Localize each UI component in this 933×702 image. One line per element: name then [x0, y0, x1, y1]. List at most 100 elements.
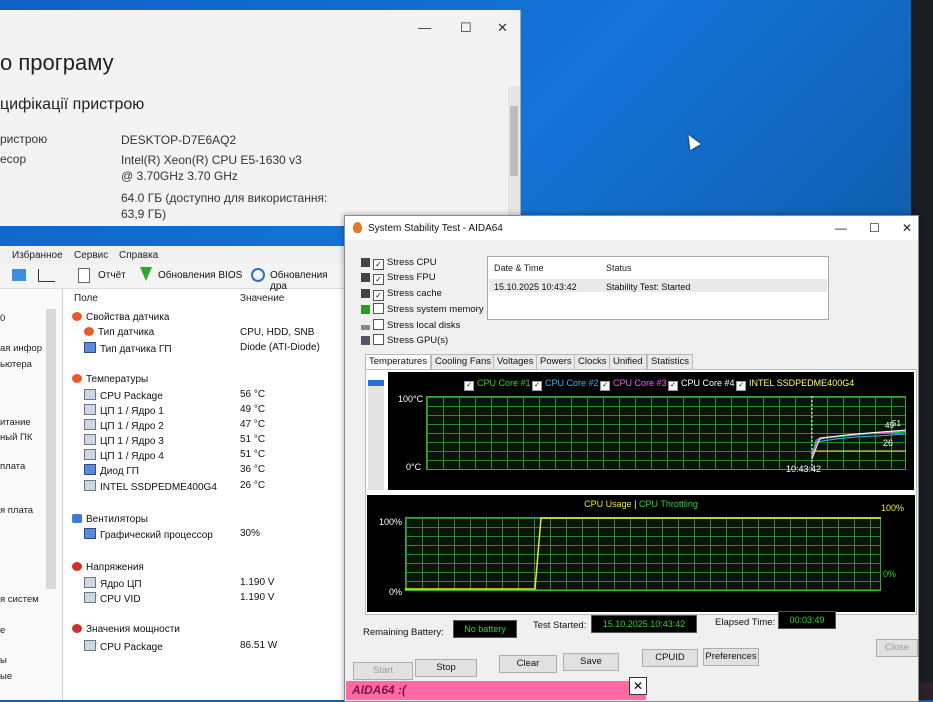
tab-voltages[interactable]: Voltages	[493, 354, 538, 369]
table-row[interactable]: Ядро ЦП 1.190 V	[66, 577, 345, 592]
column-header-value[interactable]: Значение	[240, 293, 284, 304]
banner-close-icon[interactable]: ✕	[629, 677, 647, 695]
tree-item[interactable]: ые	[0, 671, 12, 682]
column-header-field[interactable]: Поле	[74, 293, 98, 304]
tree-item[interactable]: итание	[0, 417, 31, 428]
left-axis-min: 0%	[389, 587, 403, 597]
row-value: 49 °C	[240, 404, 266, 415]
stress-fpu-checkbox[interactable]: ✓	[373, 274, 384, 285]
row-name: Температуры	[86, 374, 149, 385]
tab-clocks[interactable]: Clocks	[574, 354, 611, 369]
stress-memory-checkbox[interactable]	[373, 303, 384, 314]
cpu-icon	[84, 419, 96, 430]
table-row[interactable]: ЦП 1 / Ядро 1 49 °C	[66, 404, 345, 419]
menu-help[interactable]: Справка	[119, 250, 158, 261]
table-row[interactable]: ЦП 1 / Ядро 4 51 °C	[66, 449, 345, 464]
column-header-date[interactable]: Date & Time	[494, 263, 544, 273]
tab-unified[interactable]: Unified	[609, 354, 647, 369]
table-row[interactable]: Значения мощности	[66, 624, 345, 639]
legend-label: CPU Core #2	[545, 378, 599, 388]
log-row[interactable]: 15.10.2025 10:43:42 Stability Test: Star…	[489, 279, 827, 292]
minimize-button[interactable]: —	[835, 221, 847, 235]
table-row[interactable]: CPU VID 1.190 V	[66, 592, 345, 607]
table-row[interactable]: ЦП 1 / Ядро 2 47 °C	[66, 419, 345, 434]
cpuid-button[interactable]: CPUID	[642, 649, 698, 667]
close-button[interactable]: ✕	[902, 221, 912, 235]
minimize-button[interactable]: —	[418, 20, 431, 35]
window-title: System Stability Test - AIDA64	[368, 223, 503, 234]
menu-service[interactable]: Сервис	[74, 250, 108, 261]
stress-memory-option[interactable]: Stress system memory	[361, 303, 484, 315]
chart-icon[interactable]	[38, 269, 55, 282]
sensor-selector[interactable]	[368, 380, 384, 490]
tab-cooling-fans[interactable]: Cooling Fans	[431, 354, 495, 369]
tree-item[interactable]: 0	[0, 313, 5, 324]
maximize-button[interactable]: ☐	[460, 20, 472, 36]
about-scrollbar[interactable]	[508, 86, 520, 226]
gpu-sensor-icon	[84, 342, 96, 353]
tree-item[interactable]: ы	[0, 655, 7, 666]
tree-item[interactable]: ая инфор	[0, 343, 42, 354]
table-row[interactable]: CPU Package 56 °C	[66, 389, 345, 404]
tree-item[interactable]: плата	[0, 461, 25, 472]
stress-fpu-option[interactable]: ✓ Stress FPU	[361, 272, 436, 285]
table-row[interactable]: Тип датчика ГП Diode (ATI-Diode)	[66, 342, 345, 357]
tab-temperatures[interactable]: Temperatures	[365, 354, 432, 369]
stress-cache-checkbox[interactable]: ✓	[373, 290, 384, 301]
value-label-low: 26	[883, 438, 894, 448]
computer-icon[interactable]	[12, 269, 26, 281]
table-row[interactable]: Свойства датчика	[66, 312, 345, 327]
report-button[interactable]: Отчёт	[98, 270, 126, 281]
table-row[interactable]: Диод ГП 36 °C	[66, 464, 345, 479]
elapsed-label: Elapsed Time:	[715, 617, 776, 628]
tree-item[interactable]: ный ПК	[0, 432, 32, 443]
tree-item[interactable]: я систем	[0, 594, 39, 605]
tree-scrollbar[interactable]	[46, 309, 56, 589]
save-button[interactable]: Save	[563, 653, 619, 671]
column-header-status[interactable]: Status	[606, 263, 632, 273]
close-button[interactable]: ✕	[497, 20, 508, 36]
time-label: 10:43:42	[786, 464, 822, 474]
tab-powers[interactable]: Powers	[536, 354, 576, 369]
aida64-flame-icon	[353, 222, 362, 233]
table-row[interactable]: Температуры	[66, 374, 345, 389]
legend-cpu-core-4[interactable]: ✓ CPU Core #4	[668, 378, 735, 391]
table-row[interactable]: Напряжения	[66, 562, 345, 577]
option-label: Stress CPU	[387, 257, 437, 268]
table-row[interactable]: Графический процессор 30%	[66, 528, 345, 543]
stress-disks-checkbox[interactable]	[373, 319, 384, 330]
y-axis-max: 100°C	[398, 394, 424, 404]
bios-update-button[interactable]: Обновления BIOS	[158, 270, 242, 281]
close-button-bottom[interactable]: Close	[876, 639, 918, 657]
table-row[interactable]: ЦП 1 / Ядро 3 51 °C	[66, 434, 345, 449]
legend-intel-ssd[interactable]: ✓ INTEL SSDPEDME400G4	[736, 378, 854, 391]
stress-disks-option[interactable]: Stress local disks	[361, 319, 460, 331]
clear-button[interactable]: Clear	[499, 655, 557, 673]
legend-cpu-core-2[interactable]: ✓ CPU Core #2	[532, 378, 599, 391]
stress-gpu-checkbox[interactable]	[373, 334, 384, 345]
scroll-thumb[interactable]	[510, 106, 518, 176]
toolbar: Отчёт Обновления BIOS Обновления дра	[0, 264, 345, 292]
stress-cpu-option[interactable]: ✓ Stress CPU	[361, 257, 437, 270]
tree-item[interactable]: ьютера	[0, 359, 32, 370]
table-row[interactable]: Вентиляторы	[66, 514, 345, 529]
menu-favorites[interactable]: Избранное	[12, 250, 63, 261]
stress-cpu-checkbox[interactable]: ✓	[373, 259, 384, 270]
tree-item[interactable]: е	[0, 625, 5, 636]
tree-item[interactable]: я плата	[0, 505, 33, 516]
stress-gpu-option[interactable]: Stress GPU(s)	[361, 334, 448, 346]
legend-cpu-core-1[interactable]: ✓ CPU Core #1	[464, 378, 531, 391]
table-row[interactable]: Тип датчика CPU, HDD, SNB	[66, 327, 345, 342]
table-row[interactable]: INTEL SSDPEDME400G4 26 °C	[66, 480, 345, 495]
start-button[interactable]: Start	[353, 662, 413, 680]
table-row[interactable]: CPU Package 86.51 W	[66, 640, 345, 655]
stress-cache-option[interactable]: ✓ Stress cache	[361, 288, 442, 301]
preferences-button[interactable]: Preferences	[703, 648, 759, 666]
row-name: Тип датчика	[98, 327, 155, 338]
maximize-button[interactable]: ☐	[869, 221, 880, 235]
stop-button[interactable]: Stop	[415, 659, 477, 677]
row-name: Напряжения	[86, 562, 144, 573]
legend-cpu-core-3[interactable]: ✓ CPU Core #3	[600, 378, 667, 391]
download-arrow-icon	[140, 267, 152, 281]
tab-statistics[interactable]: Statistics	[647, 354, 694, 369]
